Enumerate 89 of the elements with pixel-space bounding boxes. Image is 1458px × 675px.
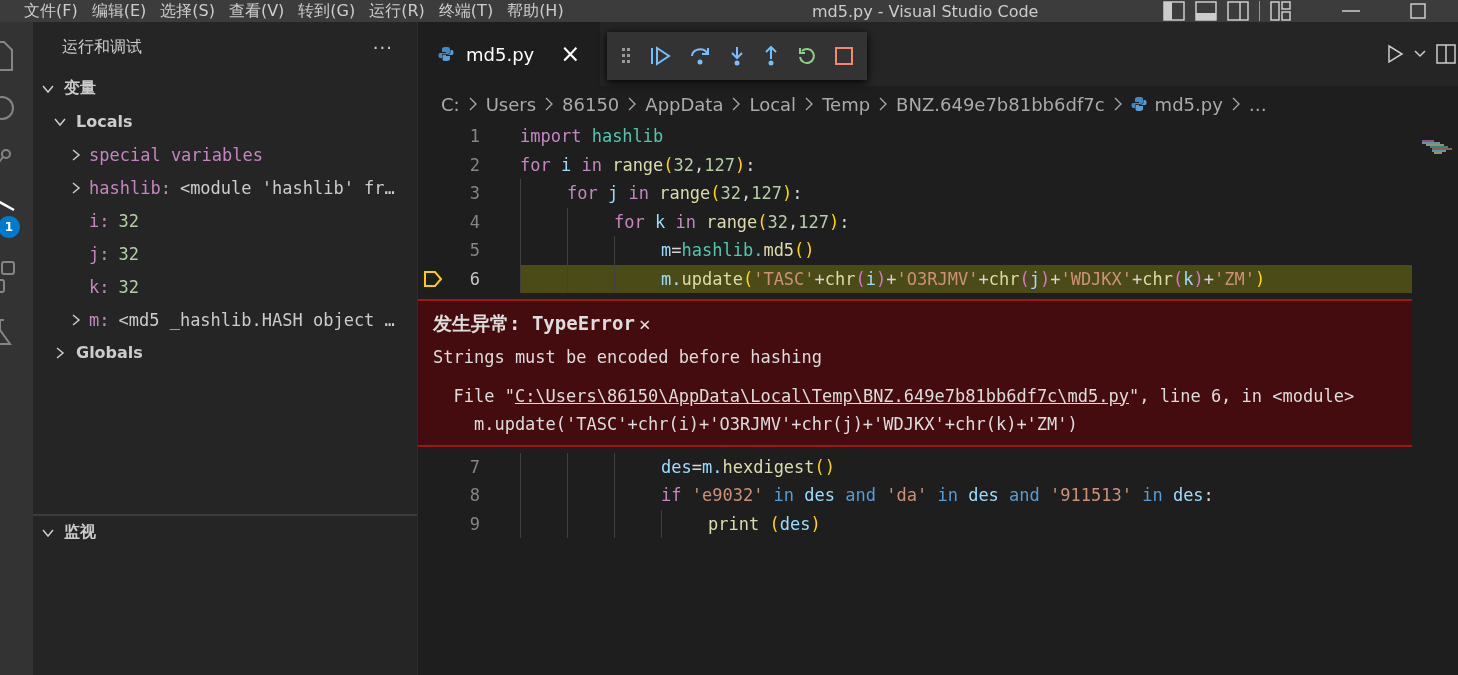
breadcrumb-item[interactable]: Temp [822,93,871,115]
python-icon [1130,96,1147,112]
variable-name: special variables [89,144,263,165]
breadcrumb-item[interactable]: BNZ.649e7b81bb6df7c [896,93,1105,115]
close-tab-button[interactable]: × [560,40,581,68]
chevron-icon [878,97,889,111]
menu-item[interactable]: 编辑(E) [91,0,147,22]
section-header[interactable]: 变量 [33,72,417,105]
variable-name: j: [89,243,110,264]
close-button[interactable]: × [638,312,651,336]
line-number: 6 [468,268,480,289]
variable-name: i: [89,210,110,231]
split-layout-icon[interactable] [1227,1,1249,21]
variable-name: k: [89,276,110,297]
file-link[interactable]: C:\Users\86150\AppData\Local\Temp\BNZ.649e7b81bb6df7c\md5.py [514,385,1129,406]
layout-icon[interactable] [1270,1,1292,21]
variable-value: <md5 _hashlib.HASH object … [118,309,395,330]
line-number: 7 [468,456,480,477]
split-editor-icon[interactable] [1436,44,1456,64]
code-line: print (des) [520,509,1412,538]
variable-value: 32 [118,243,139,264]
line-number: 5 [468,240,480,261]
variable-value: <module 'hashlib' fr… [179,177,395,198]
code-line: m=hashlib.md5() [520,236,1412,265]
more-actions-button[interactable]: ··· [372,36,393,58]
line-number: 9 [468,513,480,534]
menu-item[interactable]: 查看(V) [228,0,285,22]
breadcrumb-item[interactable]: Users [485,93,537,115]
variable-value: 32 [118,210,139,231]
run-icon[interactable] [1386,44,1404,64]
editor-tab[interactable]: md5.py × [418,22,601,86]
sidebar-toggle-icon[interactable] [1163,1,1185,21]
variable-value: 32 [118,276,139,297]
variable-name: hashlib: [89,177,171,198]
variable-name: m: [89,309,110,330]
code-line: for j in range(32,127): [520,179,1412,208]
maximize-icon[interactable] [1410,3,1426,19]
line-number: 2 [468,154,480,175]
breadcrumb-item[interactable]: 86150 [562,93,620,115]
code-line: if 'e9032' in des and 'da' in des and '911513' in des: [520,481,1412,510]
section-header[interactable]: 监视 [33,516,417,549]
scope-item[interactable]: Locals [33,105,417,138]
notification-badge: 1 [0,216,20,238]
continue-icon[interactable] [649,46,671,66]
code-line: for k in range(32,127): [520,207,1412,236]
chevron-icon [731,97,742,111]
stack-trace: File "C:\Users\86150\AppData\Local\Temp\BNZ.649e7b81bb6df7c\md5.py", line 6, in <module> [452,384,1356,408]
line-number: 3 [468,183,480,204]
breadcrumb-item[interactable]: Local [749,93,797,115]
menu-item[interactable]: 文件(F) [24,0,78,22]
panel-toggle-icon[interactable] [1195,1,1217,21]
python-icon [438,46,454,62]
restart-icon[interactable] [797,46,817,66]
menu-item[interactable]: 帮助(H) [507,0,564,22]
step-over-icon[interactable] [689,46,711,66]
code-line: for i in range(32,127): [520,153,757,177]
line-number: 4 [468,211,480,232]
drag-handle-icon[interactable] [621,47,631,65]
chevron-icon [627,97,638,111]
stop-icon[interactable] [835,47,853,65]
minimap-drawing [1420,140,1454,154]
menu-item[interactable]: 转到(G) [298,0,356,22]
line-number: 8 [468,485,480,506]
breadcrumb-item[interactable]: … [1248,93,1267,115]
line-number: 1 [468,126,480,147]
sidebar-title: 运行和调试 [62,36,142,58]
breadcrumb-item[interactable]: C: [441,93,460,115]
minimize-icon[interactable] [1342,9,1360,13]
window-title: md5.py - Visual Studio Code [812,1,1039,21]
code-line: import hashlib [520,125,665,149]
exception-message: Strings must be encoded before hashing [433,346,823,369]
chevron-icon [1112,97,1123,111]
scope-item[interactable]: Globals [33,336,417,369]
chevron-icon [467,97,478,111]
caret-icon[interactable] [1414,50,1426,58]
code-line: des=m.hexdigest() [520,452,1412,481]
chevron-icon [544,97,555,111]
breadcrumb-item[interactable]: AppData [645,93,724,115]
flask-icon[interactable] [0,318,12,346]
menu-item[interactable]: 运行(R) [369,0,425,22]
menu-item[interactable]: 选择(S) [160,0,215,22]
step-out-icon[interactable] [763,46,779,66]
breadcrumb-item[interactable]: md5.py [1154,93,1223,115]
chevron-icon [1230,97,1241,111]
exception-title: 发生异常: TypeError [433,311,635,336]
menu-item[interactable]: 终端(T) [438,0,494,22]
step-into-icon[interactable] [729,46,745,66]
chevron-icon [804,97,815,111]
trace-code: m.update('TASC'+chr(i)+'O3RJMV'+chr(j)+'WDJKX'+chr(k)+'ZM') [472,413,1079,436]
